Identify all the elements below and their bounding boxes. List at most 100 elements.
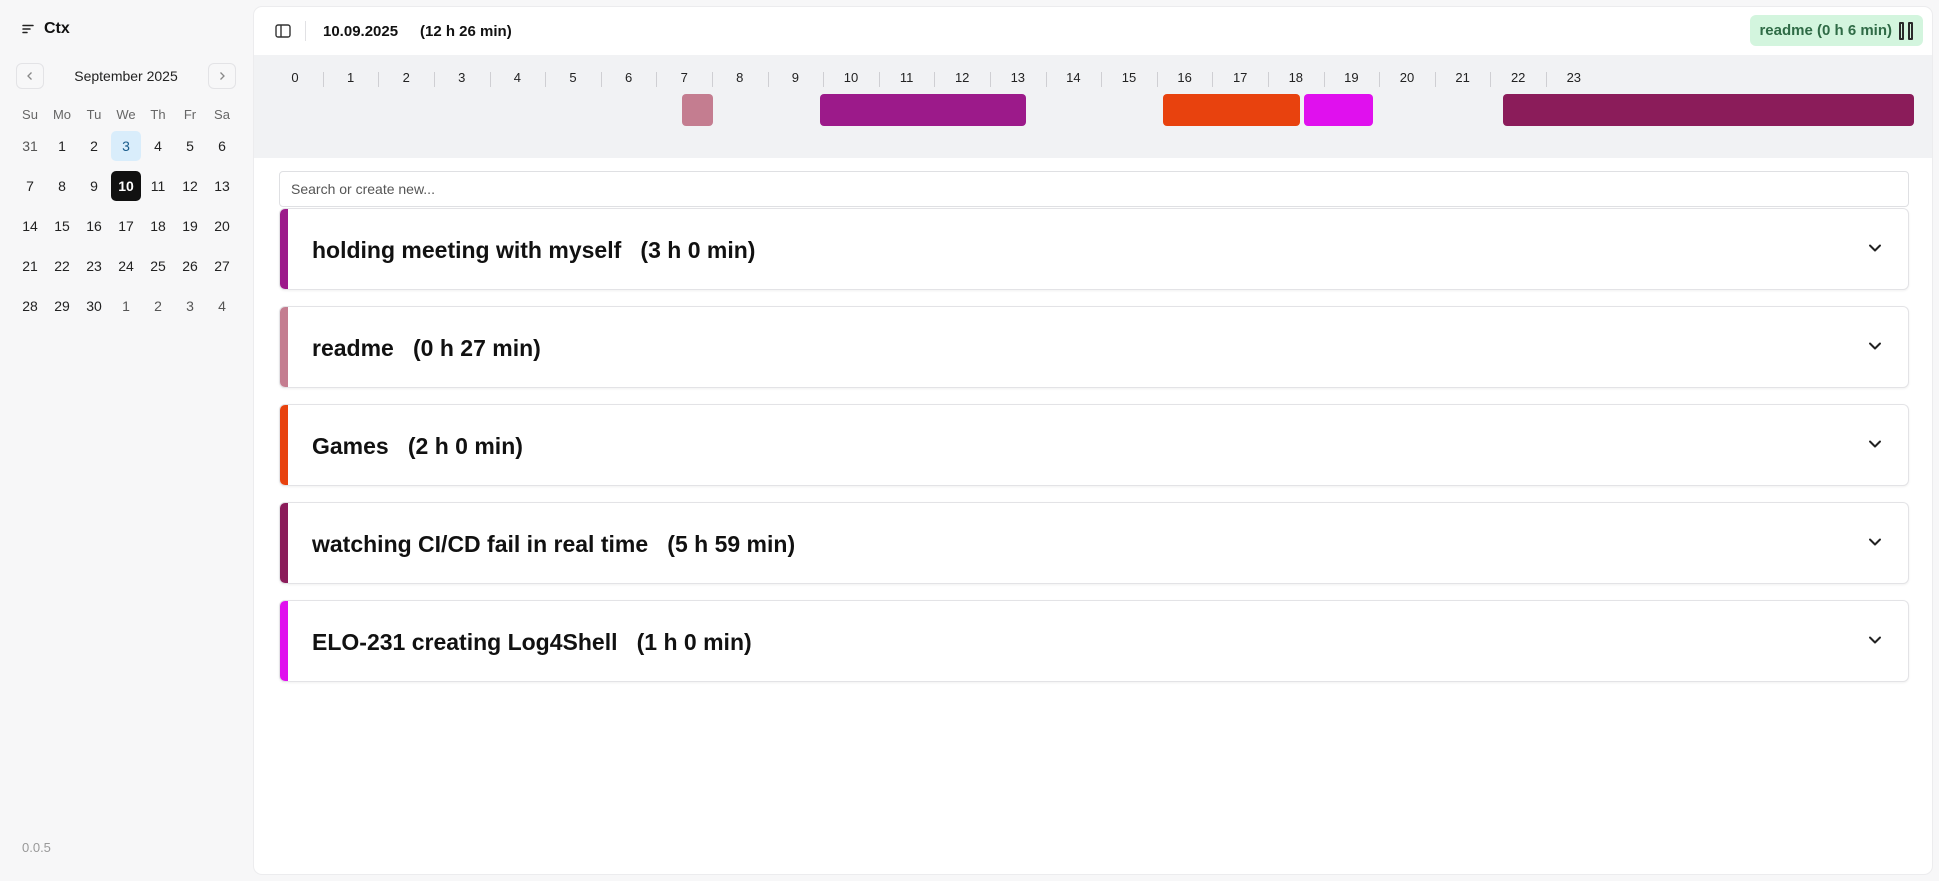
calendar-day-label: 20	[214, 218, 230, 234]
task-duration: (2 h 0 min)	[407, 433, 523, 459]
calendar-day[interactable]: 9	[78, 166, 110, 206]
next-month-button[interactable]	[208, 63, 236, 89]
calendar-day[interactable]: 2	[142, 286, 174, 326]
calendar-day-label: 19	[182, 218, 198, 234]
calendar-day[interactable]: 7	[14, 166, 46, 206]
calendar-day[interactable]: 10	[110, 166, 142, 206]
calendar-day[interactable]: 24	[110, 246, 142, 286]
calendar-day-label: 23	[86, 258, 102, 274]
menu-icon[interactable]	[22, 23, 34, 35]
task-title: holding meeting with myself (3 h 0 min)	[312, 237, 755, 264]
prev-month-button[interactable]	[16, 63, 44, 89]
calendar-day-label: 3	[111, 131, 141, 161]
hour-label: 12	[954, 70, 970, 85]
task-card[interactable]: ELO-231 creating Log4Shell (1 h 0 min)	[279, 600, 1909, 682]
calendar-day[interactable]: 20	[206, 206, 238, 246]
main-panel: 10.09.2025 (12 h 26 min) readme (0 h 6 m…	[254, 7, 1932, 874]
task-name: readme	[312, 335, 394, 361]
hour-tick	[434, 72, 435, 87]
pause-icon[interactable]	[1899, 21, 1915, 40]
calendar-day-label: 29	[54, 298, 70, 314]
task-title: readme (0 h 27 min)	[312, 335, 541, 362]
calendar-day[interactable]: 11	[142, 166, 174, 206]
hour-tick	[601, 72, 602, 87]
timeline-block[interactable]	[1303, 94, 1373, 126]
hour-label: 0	[291, 70, 299, 85]
chevron-down-icon[interactable]	[1866, 337, 1884, 355]
hour-tick	[768, 72, 769, 87]
calendar-day[interactable]: 28	[14, 286, 46, 326]
calendar-day[interactable]: 15	[46, 206, 78, 246]
chevron-down-icon[interactable]	[1866, 239, 1884, 257]
task-card[interactable]: readme (0 h 27 min)	[279, 306, 1909, 388]
hour-tick	[490, 72, 491, 87]
chevron-left-icon	[27, 72, 32, 80]
app-brand[interactable]: Ctx	[22, 20, 70, 38]
calendar-day[interactable]: 2	[78, 126, 110, 166]
hour-label: 18	[1288, 70, 1304, 85]
timeline-block[interactable]	[1163, 94, 1301, 126]
calendar-day[interactable]: 1	[110, 286, 142, 326]
chevron-down-icon[interactable]	[1866, 533, 1884, 551]
hour-label: 22	[1510, 70, 1526, 85]
calendar-day[interactable]: 23	[78, 246, 110, 286]
calendar-day[interactable]: 18	[142, 206, 174, 246]
calendar-day[interactable]: 26	[174, 246, 206, 286]
hour-label: 4	[513, 70, 522, 85]
hour-label: 17	[1232, 70, 1248, 85]
hour-tick	[712, 72, 713, 87]
calendar-day-label: 10	[111, 171, 141, 201]
chevron-down-icon[interactable]	[1866, 631, 1884, 649]
task-color-bar	[280, 503, 288, 583]
task-duration: (0 h 27 min)	[413, 335, 541, 361]
calendar-day[interactable]: 31	[14, 126, 46, 166]
calendar-day[interactable]: 22	[46, 246, 78, 286]
calendar-day-label: 24	[118, 258, 134, 274]
sidebar: Ctx September 2025 Su Mo Tu We Th Fr Sa 31 1 2 3 4 5…	[0, 0, 254, 881]
calendar-day[interactable]: 13	[206, 166, 238, 206]
calendar-day[interactable]: 1	[46, 126, 78, 166]
calendar-day-label: 2	[154, 298, 162, 314]
calendar-day[interactable]: 3	[110, 126, 142, 166]
task-card[interactable]: holding meeting with myself (3 h 0 min)	[279, 208, 1909, 290]
timeline-block[interactable]	[819, 94, 1026, 126]
timeline-block[interactable]	[682, 94, 714, 126]
calendar-day-label: 9	[90, 178, 98, 194]
total-duration: (12 h 26 min)	[420, 23, 512, 40]
calendar-day[interactable]: 27	[206, 246, 238, 286]
weekday-header: Sa	[214, 106, 230, 122]
divider	[305, 21, 306, 41]
calendar-day[interactable]: 29	[46, 286, 78, 326]
chevron-down-icon[interactable]	[1866, 435, 1884, 453]
hour-label: 5	[569, 70, 577, 85]
calendar-day[interactable]: 14	[14, 206, 46, 246]
calendar-day[interactable]: 19	[174, 206, 206, 246]
hour-label: 16	[1177, 70, 1192, 85]
calendar-day[interactable]: 8	[46, 166, 78, 206]
calendar-day[interactable]: 12	[174, 166, 206, 206]
search-input[interactable]	[279, 171, 1909, 207]
task-card[interactable]: Games (2 h 0 min)	[279, 404, 1909, 486]
chevron-right-icon	[220, 72, 225, 80]
calendar-day[interactable]: 21	[14, 246, 46, 286]
hour-tick	[1212, 72, 1213, 87]
calendar-day[interactable]: 16	[78, 206, 110, 246]
calendar-day[interactable]: 17	[110, 206, 142, 246]
calendar-day-label: 8	[58, 178, 66, 194]
calendar-day[interactable]: 30	[78, 286, 110, 326]
selected-date: 10.09.2025	[323, 23, 399, 40]
timeline-block[interactable]	[1503, 94, 1915, 126]
running-timer[interactable]: readme (0 h 6 min)	[1750, 15, 1923, 46]
calendar-day[interactable]: 4	[206, 286, 238, 326]
hour-label: 11	[899, 70, 914, 85]
sidebar-toggle-icon[interactable]	[274, 22, 292, 40]
calendar-day[interactable]: 5	[174, 126, 206, 166]
calendar-day[interactable]: 3	[174, 286, 206, 326]
calendar-day[interactable]: 6	[206, 126, 238, 166]
calendar-day[interactable]: 25	[142, 246, 174, 286]
hour-tick	[823, 72, 824, 87]
task-title: watching CI/CD fail in real time (5 h 59…	[312, 531, 795, 558]
calendar-day[interactable]: 4	[142, 126, 174, 166]
task-card[interactable]: watching CI/CD fail in real time (5 h 59…	[279, 502, 1909, 584]
